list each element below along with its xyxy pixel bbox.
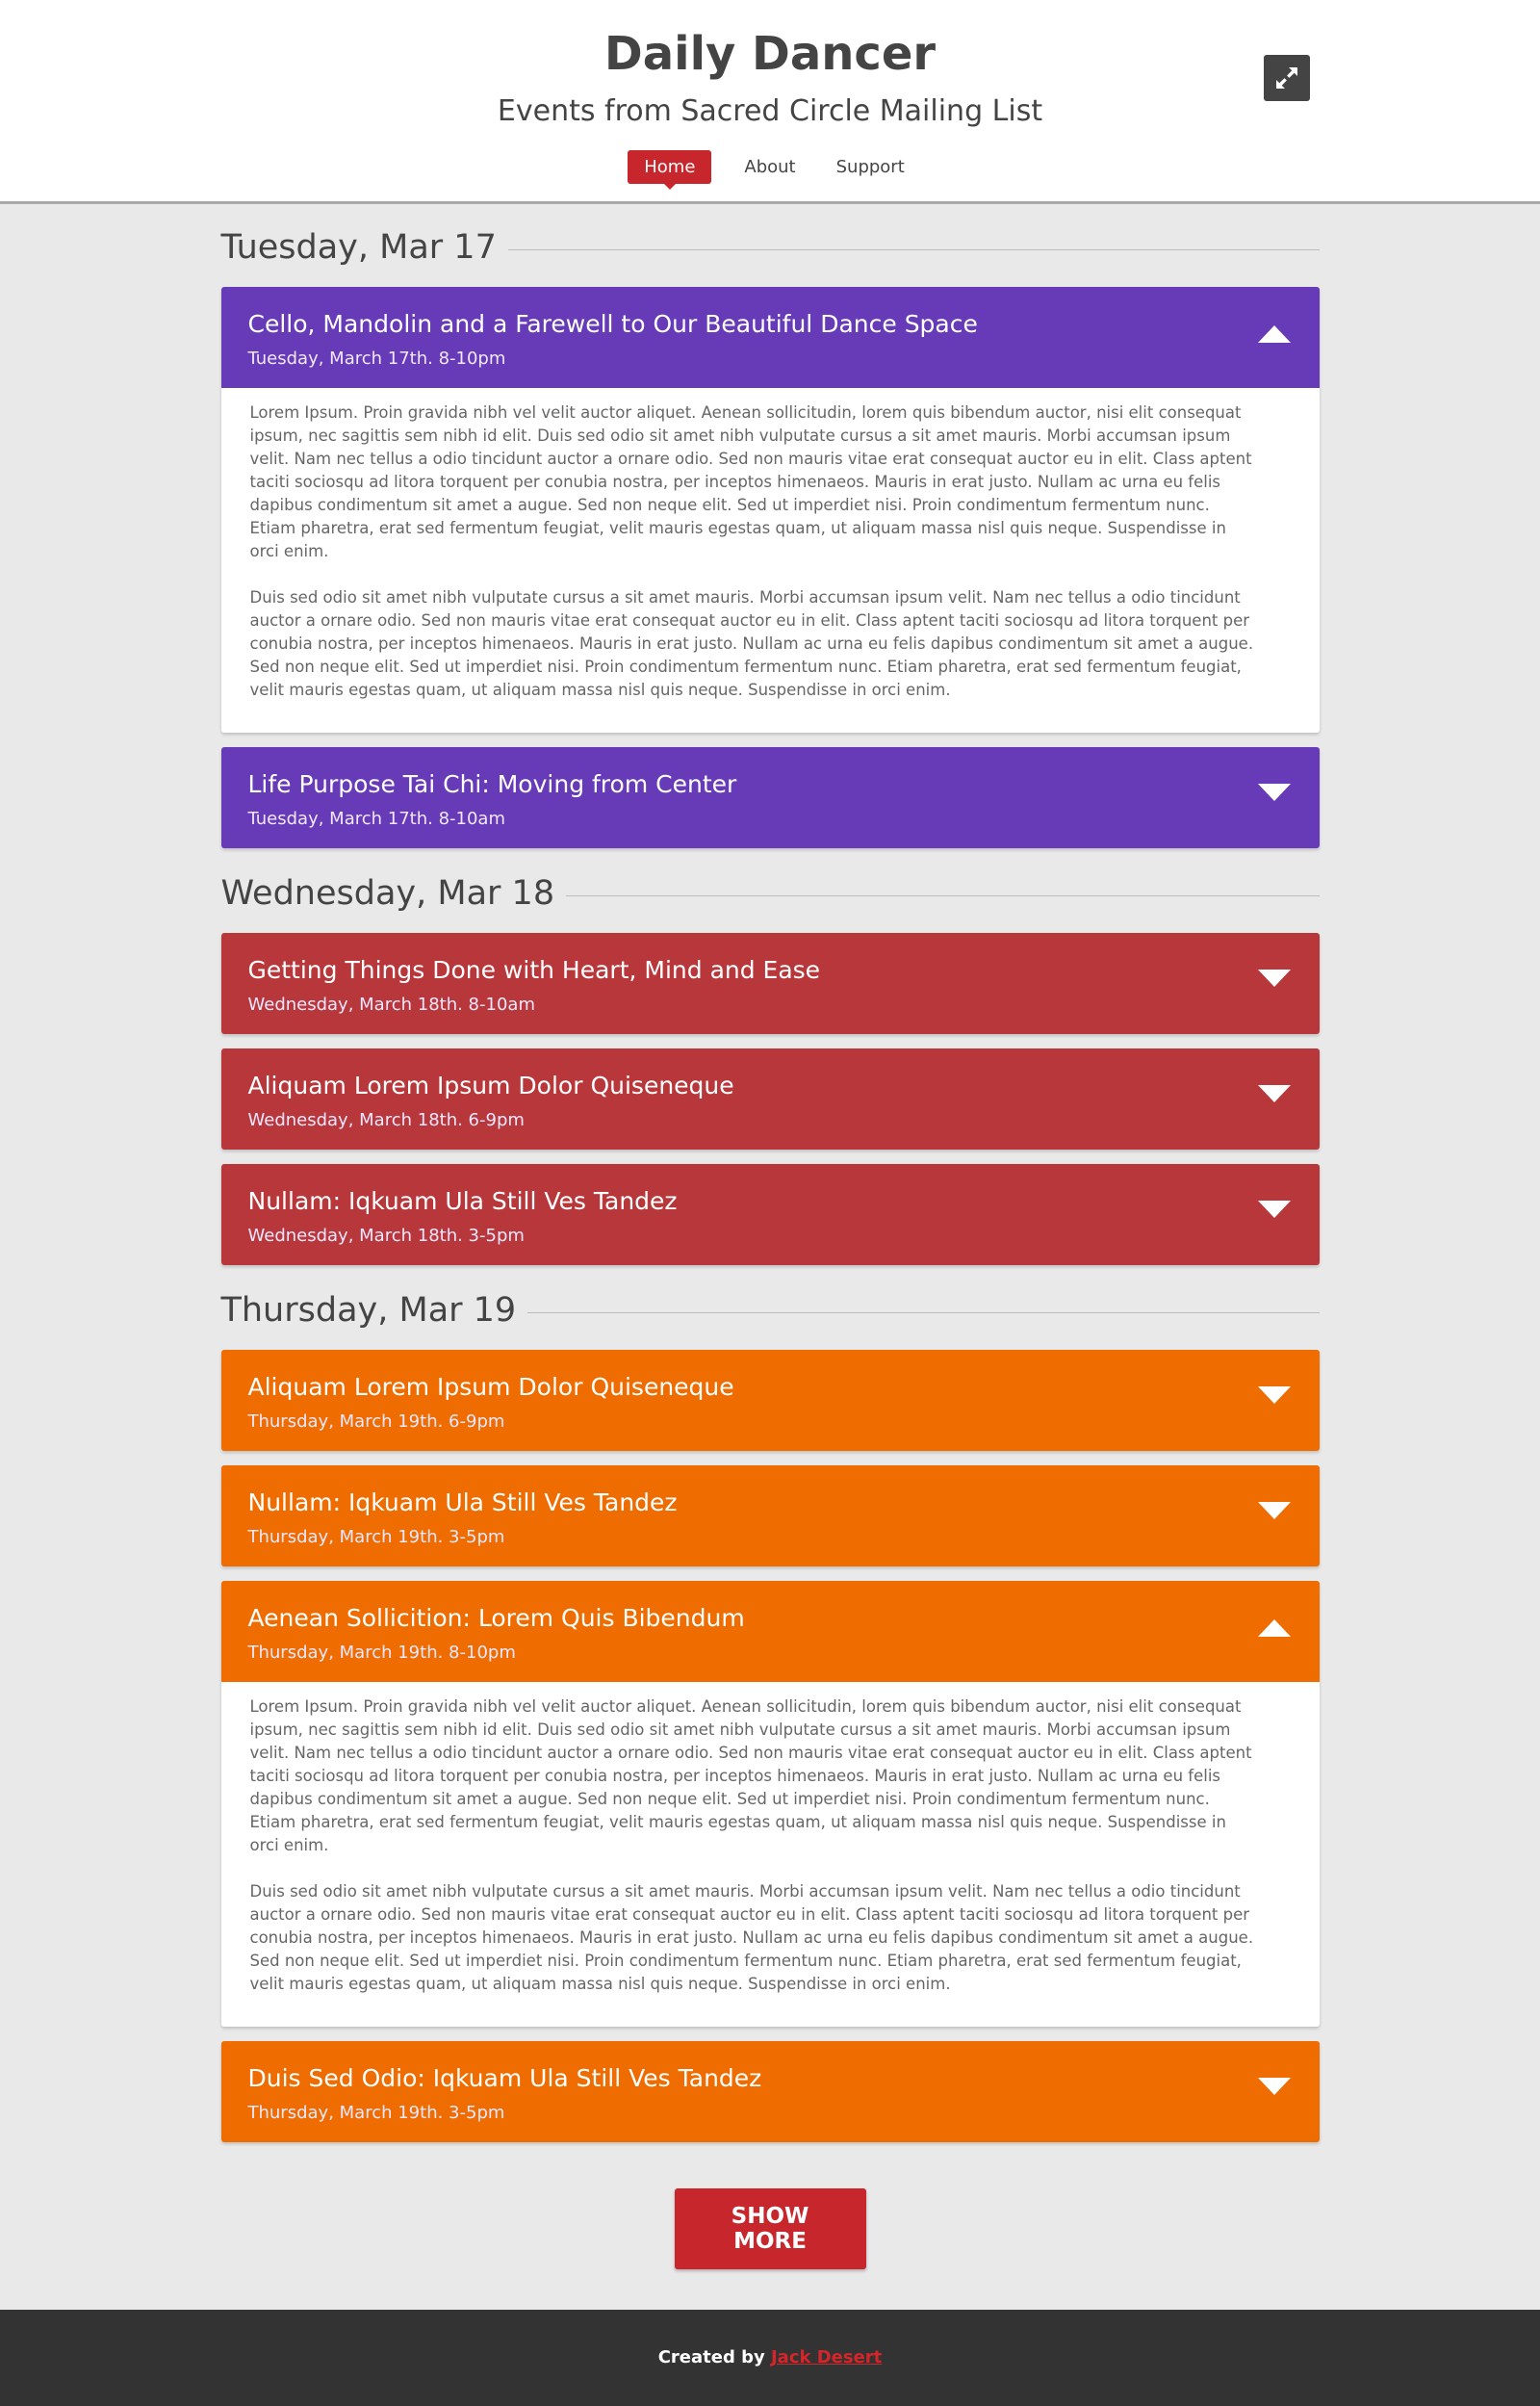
event-title: Aliquam Lorem Ipsum Dolor Quiseneque (247, 1072, 734, 1100)
event-time: Wednesday, March 18th. 6-9pm (247, 1110, 525, 1130)
event-title: Duis Sed Odio: Iqkuam Ula Still Ves Tand… (247, 2064, 762, 2092)
event-title: Aenean Sollicition: Lorem Quis Bibendum (247, 1604, 745, 1632)
day-label: Wednesday, Mar 18 (220, 874, 555, 913)
expand-icon (1276, 67, 1297, 89)
chevron-up-icon[interactable] (1257, 1617, 1291, 1637)
event-card: Duis Sed Odio: Iqkuam Ula Still Ves Tand… (220, 2041, 1320, 2142)
fullscreen-button[interactable] (1264, 55, 1310, 101)
event-title: Nullam: Iqkuam Ula Still Ves Tandez (247, 1488, 678, 1516)
chevron-down-icon[interactable] (1257, 1502, 1291, 1521)
nav-home[interactable]: Home (628, 150, 712, 190)
day-section: Thursday, Mar 19 Aliquam Lorem Ipsum Dol… (220, 1286, 1320, 2142)
site-footer: Created by Jack Desert (0, 2310, 1540, 2406)
description-paragraph: Lorem Ipsum. Proin gravida nibh vel veli… (249, 403, 1252, 560)
event-header[interactable]: Aliquam Lorem Ipsum Dolor Quiseneque Wed… (220, 1048, 1320, 1150)
event-title: Life Purpose Tai Chi: Moving from Center (247, 770, 737, 798)
day-label: Tuesday, Mar 17 (220, 228, 497, 267)
event-time: Tuesday, March 17th. 8-10am (247, 809, 506, 829)
day-heading: Tuesday, Mar 17 (221, 223, 1320, 272)
event-header[interactable]: Aliquam Lorem Ipsum Dolor Quiseneque Thu… (220, 1350, 1320, 1451)
event-card: Nullam: Iqkuam Ula Still Ves Tandez Wedn… (220, 1164, 1320, 1265)
footer-credit-label: Created by (657, 2347, 771, 2367)
event-time: Thursday, March 19th. 6-9pm (247, 1411, 505, 1432)
event-card: Cello, Mandolin and a Farewell to Our Be… (220, 287, 1320, 733)
event-card: Life Purpose Tai Chi: Moving from Center… (220, 747, 1320, 848)
site-header: Daily Dancer Events from Sacred Circle M… (0, 0, 1540, 204)
chevron-down-icon[interactable] (1257, 1201, 1291, 1220)
event-header[interactable]: Life Purpose Tai Chi: Moving from Center… (220, 747, 1320, 848)
event-card: Aliquam Lorem Ipsum Dolor Quiseneque Wed… (220, 1048, 1320, 1150)
event-header[interactable]: Aenean Sollicition: Lorem Quis Bibendum … (220, 1581, 1320, 1682)
day-label: Thursday, Mar 19 (220, 1291, 517, 1330)
events-list: Tuesday, Mar 17 Cello, Mandolin and a Fa… (220, 204, 1320, 2339)
divider (527, 1311, 1320, 1313)
event-header[interactable]: Cello, Mandolin and a Farewell to Our Be… (220, 287, 1320, 388)
event-header[interactable]: Getting Things Done with Heart, Mind and… (220, 933, 1320, 1034)
author-link[interactable]: Jack Desert (771, 2347, 882, 2367)
nav-about[interactable]: About (736, 151, 803, 183)
chevron-down-icon[interactable] (1257, 784, 1291, 803)
event-time: Thursday, March 19th. 8-10pm (247, 1643, 516, 1663)
show-more-button[interactable]: SHOW MORE (674, 2188, 866, 2269)
chevron-down-icon[interactable] (1257, 970, 1291, 989)
divider (507, 248, 1320, 250)
nav-support[interactable]: Support (829, 151, 912, 183)
event-time: Tuesday, March 17th. 8-10pm (247, 349, 506, 369)
event-description: Lorem Ipsum. Proin gravida nibh vel veli… (220, 1682, 1320, 2027)
description-paragraph: Duis sed odio sit amet nibh vulputate cu… (249, 1882, 1254, 1993)
chevron-down-icon[interactable] (1257, 1085, 1291, 1104)
event-card: Aenean Sollicition: Lorem Quis Bibendum … (220, 1581, 1320, 2027)
event-card: Nullam: Iqkuam Ula Still Ves Tandez Thur… (220, 1465, 1320, 1566)
event-header[interactable]: Nullam: Iqkuam Ula Still Ves Tandez Wedn… (220, 1164, 1320, 1265)
chevron-down-icon[interactable] (1257, 2078, 1291, 2097)
chevron-down-icon[interactable] (1257, 1386, 1291, 1406)
event-time: Wednesday, March 18th. 3-5pm (247, 1226, 525, 1246)
event-title: Nullam: Iqkuam Ula Still Ves Tandez (247, 1187, 678, 1215)
chevron-up-icon[interactable] (1257, 323, 1291, 343)
event-time: Thursday, March 19th. 3-5pm (247, 1527, 505, 1547)
event-title: Aliquam Lorem Ipsum Dolor Quiseneque (247, 1373, 734, 1401)
description-paragraph: Lorem Ipsum. Proin gravida nibh vel veli… (249, 1697, 1252, 1854)
event-card: Getting Things Done with Heart, Mind and… (220, 933, 1320, 1034)
day-section: Tuesday, Mar 17 Cello, Mandolin and a Fa… (220, 223, 1320, 848)
event-card: Aliquam Lorem Ipsum Dolor Quiseneque Thu… (220, 1350, 1320, 1451)
main-nav: Home About Support (0, 150, 1540, 190)
day-heading: Thursday, Mar 19 (221, 1286, 1320, 1334)
event-header[interactable]: Duis Sed Odio: Iqkuam Ula Still Ves Tand… (220, 2041, 1320, 2142)
event-header[interactable]: Nullam: Iqkuam Ula Still Ves Tandez Thur… (220, 1465, 1320, 1566)
day-heading: Wednesday, Mar 18 (221, 869, 1320, 918)
event-description: Lorem Ipsum. Proin gravida nibh vel veli… (220, 388, 1320, 733)
event-time: Wednesday, March 18th. 8-10am (247, 995, 535, 1015)
event-time: Thursday, March 19th. 3-5pm (247, 2103, 505, 2123)
description-paragraph: Duis sed odio sit amet nibh vulputate cu… (249, 588, 1254, 699)
event-title: Getting Things Done with Heart, Mind and… (247, 956, 821, 984)
event-title: Cello, Mandolin and a Farewell to Our Be… (247, 310, 978, 338)
day-section: Wednesday, Mar 18 Getting Things Done wi… (220, 869, 1320, 1265)
divider (566, 894, 1320, 896)
